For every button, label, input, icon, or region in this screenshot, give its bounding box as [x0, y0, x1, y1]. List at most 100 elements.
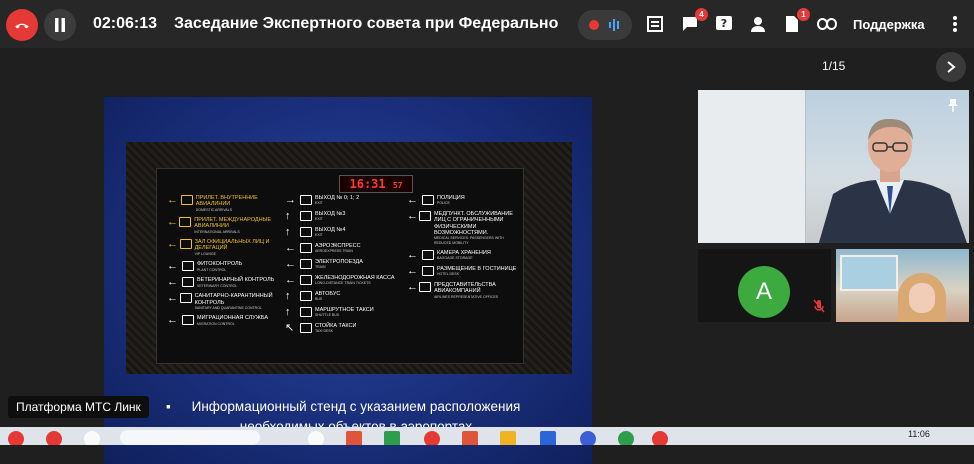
- sign-pictogram-icon: [419, 211, 431, 221]
- taskbar-clock: 11:06: [908, 429, 930, 439]
- sign-pictogram-icon: [300, 227, 312, 237]
- window-background: [840, 255, 898, 291]
- recording-indicator[interactable]: [578, 10, 632, 40]
- sign-text: ВЕТЕРИНАРНЫЙ КОНТРОЛЬ: [197, 277, 275, 284]
- board-sign: ← ЗАЛ ОФИЦИАЛЬНЫХ ЛИЦ И ДЕЛЕГАЦИЙ VIP LOUN…: [167, 239, 285, 256]
- taskbar-app-icon[interactable]: [46, 431, 62, 445]
- sign-label: ПОЛИЦИЯ POLICE: [437, 195, 465, 206]
- hang-up-button[interactable]: [6, 9, 38, 41]
- sign-label: АЭРОЭКСПРЕСС AEROEXPRESS TRAIN: [315, 243, 361, 254]
- sign-pictogram-icon: [300, 307, 312, 317]
- pause-icon: [55, 18, 65, 32]
- board-sign: → ВЫХОД № 0; 1; 2 EXIT: [285, 195, 405, 206]
- sign-label: РАЗМЕЩЕНИЕ В ГОСТИНИЦЕ HOTEL DESK: [437, 266, 516, 277]
- speaker-figure: [818, 118, 967, 243]
- taskbar-app-icon[interactable]: [618, 431, 634, 445]
- board-sign: ↑ МАРШРУТНОЕ ТАКСИ SHUTTLE BUS: [285, 307, 405, 318]
- taskbar-app-icon[interactable]: [540, 431, 556, 445]
- sign-label: ПРИЛЕТ. ВНУТРЕННИЕ АВИАЛИНИИ DOMESTIC ARR…: [196, 195, 285, 212]
- sign-text: ПРЕДСТАВИТЕЛЬСТВА АВИАКОМПАНИЙ: [434, 282, 496, 295]
- board-clock-seconds: 57: [392, 181, 403, 190]
- pin-icon[interactable]: [947, 98, 959, 117]
- board-sign: ← РАЗМЕЩЕНИЕ В ГОСТИНИЦЕ HOTEL DESK: [407, 266, 521, 277]
- board-sign: ↑ АВТОБУС BUS: [285, 291, 405, 302]
- taskbar-app-icon[interactable]: [424, 431, 440, 445]
- sign-subtext: BUS: [315, 297, 323, 302]
- documents-button[interactable]: 1: [781, 8, 810, 35]
- sign-arrow-icon: ←: [407, 210, 418, 222]
- sign-label: САНИТАРНО-КАРАНТИННЫЙ КОНТРОЛЬ SANITARY A…: [195, 293, 285, 310]
- sign-label: ВЫХОД №3 EXIT: [315, 211, 345, 222]
- sign-subtext: EXIT: [315, 233, 323, 238]
- taskbar-app-icon[interactable]: [308, 431, 324, 445]
- sign-subtext: DOMESTIC ARRIVALS: [195, 207, 233, 212]
- sign-arrow-icon: ↑: [285, 226, 291, 238]
- sign-subtext: EXIT: [315, 201, 323, 206]
- pause-button[interactable]: [44, 9, 76, 41]
- question-icon: ?: [716, 16, 732, 30]
- sign-pictogram-icon: [179, 293, 192, 304]
- audio-wave-icon: [608, 19, 619, 31]
- taskbar-app-icon[interactable]: [84, 431, 100, 445]
- sign-pictogram-icon: [300, 211, 312, 221]
- speaker-video-tile[interactable]: [698, 90, 969, 243]
- meeting-timer: 02:06:13: [93, 15, 158, 32]
- taskbar-app-icon[interactable]: [8, 431, 24, 445]
- sign-label: ЭЛЕКТРОПОЕЗДА TRAIN: [315, 259, 363, 270]
- sign-arrow-icon: ←: [167, 238, 178, 251]
- board-sign: ← ЖЕЛЕЗНОДОРОЖНАЯ КАССА LONG-DISTANCE TRAI…: [285, 275, 405, 286]
- sign-subtext: HOTEL DESK: [437, 272, 460, 277]
- signs-column-middle: → ВЫХОД № 0; 1; 2 EXIT ↑ ВЫХОД №3 EXIT ↑ ВЫХОД …: [285, 195, 405, 339]
- sign-subtext: TAXI DESK: [315, 329, 334, 334]
- board-sign: ← ПОЛИЦИЯ POLICE: [407, 195, 521, 206]
- taskbar-app-icon[interactable]: [384, 431, 400, 445]
- taskbar-app-icon[interactable]: [500, 431, 516, 445]
- sign-text: ПРИЛЕТ. ВНУТРЕННИЕ АВИАЛИНИИ: [195, 195, 258, 208]
- taskbar-app-icon[interactable]: [462, 431, 478, 445]
- board-sign: ← ПРИЛЕТ. МЕЖДУНАРОДНЫЕ АВИАЛИНИИ INTERNAT…: [167, 217, 285, 234]
- sign-label: МИГРАЦИОННАЯ СЛУЖБА MIGRATION CONTROL: [197, 315, 268, 326]
- next-slide-button[interactable]: [936, 52, 966, 82]
- meeting-title: Заседание Экспертного совета при Федерал…: [174, 15, 559, 32]
- sign-pictogram-icon: [179, 239, 192, 250]
- taskbar-app-icon[interactable]: [580, 431, 596, 445]
- more-vertical-icon: [953, 16, 957, 32]
- signs-column-left: ← ПРИЛЕТ. ВНУТРЕННИЕ АВИАЛИНИИ DOMESTIC AR…: [167, 195, 285, 331]
- board-clock-time: 16:31: [349, 177, 386, 191]
- questions-button[interactable]: ?: [713, 13, 735, 35]
- sign-subtext: VETERINARY CONTROL: [197, 283, 238, 288]
- mic-off-icon: [813, 299, 825, 318]
- whiteboard-background: [698, 90, 806, 243]
- taskbar-app-icon[interactable]: [346, 431, 362, 445]
- board-clock: 16:31 57: [339, 175, 413, 193]
- sign-subtext: MEDICAL SERVICES. PASSENGERS WITH REDUCE…: [434, 236, 504, 245]
- participant-figure-face: [909, 283, 935, 313]
- sign-pictogram-icon: [182, 261, 194, 272]
- sign-pictogram-icon: [300, 275, 312, 285]
- sign-pictogram-icon: [300, 243, 312, 253]
- board-sign: ← ПРИЛЕТ. ВНУТРЕННИЕ АВИАЛИНИИ DOMESTIC AR…: [167, 195, 285, 212]
- sign-pictogram-icon: [300, 195, 312, 205]
- slide-page-counter: 1/15: [822, 59, 846, 73]
- sign-pictogram-icon: [300, 323, 312, 333]
- sign-label: ЖЕЛЕЗНОДОРОЖНАЯ КАССА LONG-DISTANCE TRAIN…: [315, 275, 395, 286]
- participants-button[interactable]: [747, 13, 769, 35]
- participant-tile-b[interactable]: [836, 249, 969, 322]
- sign-label: СТОЙКА ТАКСИ TAXI DESK: [315, 323, 356, 334]
- sign-pictogram-icon: [182, 315, 194, 326]
- participant-tile-a[interactable]: A: [698, 249, 831, 322]
- chat-button[interactable]: 4: [679, 8, 708, 35]
- top-toolbar: 02:06:13 Заседание Экспертного совета пр…: [0, 0, 974, 48]
- taskbar-search[interactable]: [120, 430, 260, 445]
- sign-pictogram-icon: [179, 217, 192, 228]
- support-link[interactable]: Поддержка: [853, 17, 925, 32]
- documents-badge: 1: [797, 8, 810, 21]
- agenda-button[interactable]: [644, 13, 666, 35]
- sign-label: ВЫХОД № 0; 1; 2 EXIT: [315, 195, 359, 206]
- slide-photo: 16:31 57 ← ПРИЛЕТ. ВНУТРЕННИЕ АВИАЛИНИИ DO…: [126, 142, 572, 374]
- taskbar-app-icon[interactable]: [652, 431, 668, 445]
- sign-arrow-icon: ←: [285, 274, 296, 286]
- copy-link-button[interactable]: [816, 13, 838, 35]
- more-menu-button[interactable]: [944, 13, 966, 35]
- sign-subtext: POLICE: [437, 201, 450, 206]
